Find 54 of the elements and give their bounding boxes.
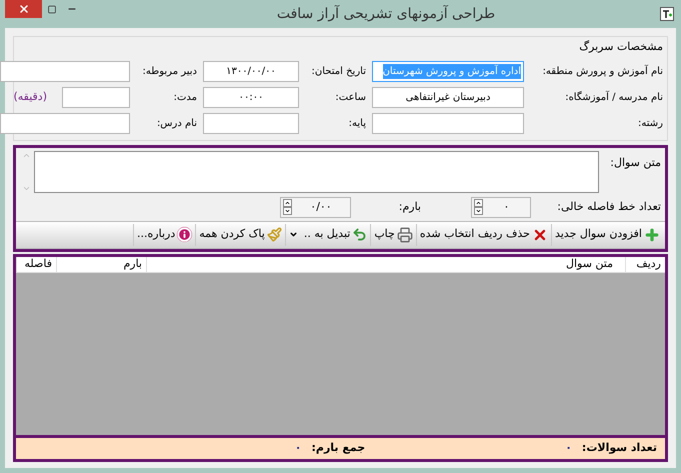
toolbar-button[interactable]: افزودن سوال جدید bbox=[550, 224, 663, 246]
app-icon bbox=[660, 7, 674, 21]
toolbar-button[interactable]: پاک کردن همه bbox=[195, 224, 285, 246]
text-field[interactable] bbox=[0, 112, 130, 134]
text-field[interactable]: ۰۰:۰۰ bbox=[203, 86, 299, 108]
column-header[interactable]: متن سوال bbox=[146, 256, 625, 272]
close-icon bbox=[18, 3, 30, 15]
text-field[interactable] bbox=[203, 112, 299, 134]
column-header[interactable]: بارم bbox=[56, 256, 146, 272]
plus-icon bbox=[644, 226, 660, 242]
spin-up-icon[interactable] bbox=[283, 199, 292, 207]
window-title: طراحی آزمونهای تشریحی آراز سافت bbox=[276, 4, 496, 24]
field-label: نام مدرسه / آموزشگاه: bbox=[564, 90, 663, 104]
maximize-icon bbox=[47, 4, 57, 14]
text-field[interactable] bbox=[0, 60, 130, 82]
stat-value: ۰ bbox=[294, 440, 302, 456]
stat-value: ۰ bbox=[565, 440, 572, 456]
column-header[interactable]: ردیف bbox=[625, 256, 665, 272]
toolbar-button[interactable]: تبدیل به .. bbox=[284, 224, 370, 246]
field-label: نام درس: bbox=[156, 116, 197, 130]
caret-icon bbox=[288, 230, 298, 239]
question-text-area[interactable] bbox=[34, 150, 599, 192]
curved-arrow-icon bbox=[352, 227, 368, 242]
toolbar-button[interactable]: حذف ردیف انتخاب شده bbox=[416, 224, 551, 246]
spin-up-icon[interactable] bbox=[474, 199, 483, 207]
close-button[interactable] bbox=[5, 0, 42, 18]
stat-label: تعداد سوالات: bbox=[582, 440, 657, 456]
field-label: دبیر مربوطه: bbox=[142, 64, 197, 78]
field-label: تعداد خط فاصله خالی: bbox=[556, 198, 661, 215]
column-header[interactable]: فاصله bbox=[16, 256, 56, 272]
text-field[interactable] bbox=[372, 112, 524, 134]
field-label: پایه: bbox=[348, 116, 366, 130]
field-label: متن سوال: bbox=[609, 154, 661, 171]
group-title: مشخصات سربرگ bbox=[579, 39, 663, 55]
spin-down-icon[interactable] bbox=[474, 207, 483, 215]
spin-down-icon[interactable] bbox=[283, 207, 292, 215]
stat-label: جمع بارم: bbox=[312, 440, 366, 456]
field-label: بارم: bbox=[398, 198, 421, 215]
field-label: تاریخ امتحان: bbox=[310, 64, 366, 78]
field-label: مدت: bbox=[172, 90, 197, 104]
broom-icon bbox=[266, 227, 282, 242]
field-label: رشته: bbox=[637, 116, 663, 130]
unit-label: (دقیقه) bbox=[13, 88, 47, 105]
field-label: نام آموزش و پرورش منطقه: bbox=[542, 64, 663, 78]
text-field[interactable]: دبیرستان غیرانتفاهی bbox=[372, 86, 524, 108]
text-field[interactable]: ۱۳۰۰/۰۰/۰۰ bbox=[203, 60, 299, 82]
spin-field[interactable]: ۰/۰۰ bbox=[280, 196, 351, 218]
toolbar-button[interactable]: چاپ bbox=[370, 224, 416, 246]
printer-icon bbox=[396, 226, 413, 242]
text-field[interactable] bbox=[62, 86, 130, 108]
info-icon bbox=[177, 227, 192, 242]
spin-field[interactable]: ۰ bbox=[471, 196, 531, 218]
field-label: ساعت: bbox=[334, 90, 366, 104]
toolbar-button[interactable]: درباره... bbox=[133, 224, 196, 246]
